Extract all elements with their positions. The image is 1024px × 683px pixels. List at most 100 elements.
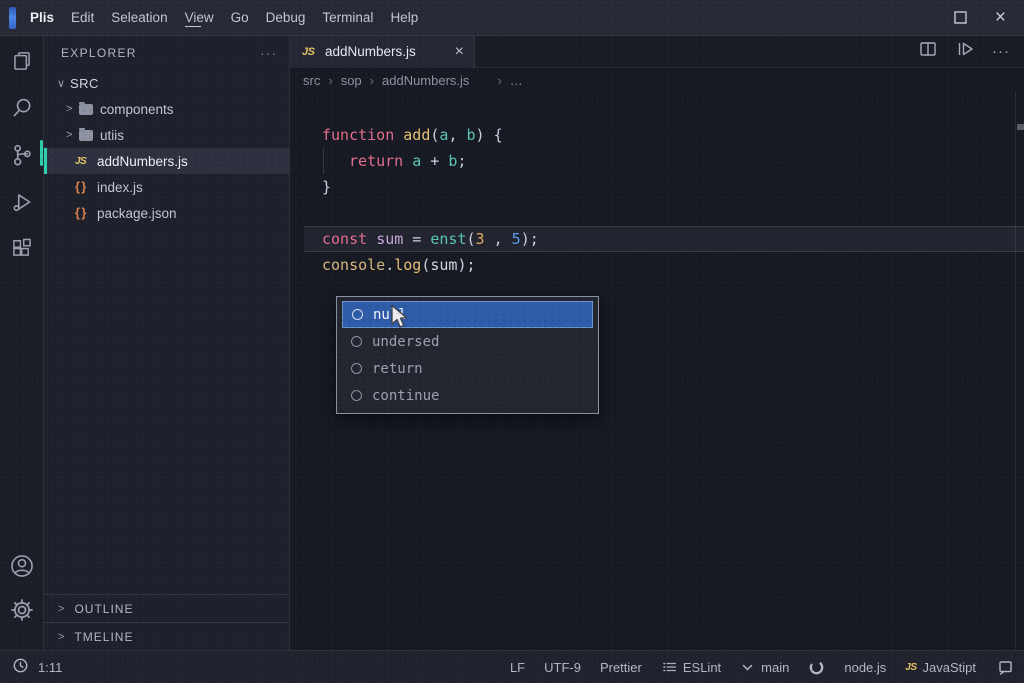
maximize-button[interactable] bbox=[954, 11, 967, 24]
maximize-icon bbox=[954, 11, 967, 24]
sidebar-explorer: EXPLORER ··· ∨ SRC > components > utiis … bbox=[44, 36, 290, 650]
editor-actions: ··· bbox=[918, 39, 1010, 64]
tab-close-icon[interactable]: × bbox=[455, 44, 464, 60]
file-item-utiis[interactable]: > utiis bbox=[44, 122, 289, 148]
file-label: index.js bbox=[97, 180, 143, 195]
editor-scrollbar[interactable] bbox=[1015, 92, 1024, 650]
formatter-indicator[interactable]: Prettier bbox=[600, 660, 642, 675]
code-lines: function add(a, b) {return a + b;}const … bbox=[290, 122, 1024, 278]
menu-item-terminal[interactable]: Terminal bbox=[321, 8, 374, 27]
tree-root-src[interactable]: ∨ SRC bbox=[44, 70, 289, 96]
chevron-down-icon: ∨ bbox=[57, 77, 70, 90]
javascript-file-icon: JS bbox=[75, 156, 90, 167]
file-item-index[interactable]: { } index.js bbox=[44, 174, 289, 200]
explorer-more-actions-icon[interactable]: ··· bbox=[260, 45, 277, 61]
menu-item-seleation[interactable]: Seleation bbox=[110, 8, 168, 27]
split-editor-icon[interactable] bbox=[918, 39, 938, 64]
branch-label: main bbox=[761, 660, 789, 675]
history-clock-icon[interactable] bbox=[12, 657, 29, 677]
tab-addnumbers[interactable]: JS addNumbers.js × bbox=[290, 36, 475, 68]
menu-item-go[interactable]: Go bbox=[230, 8, 250, 27]
code-view: function add(a, b) {return a + b;}const … bbox=[290, 92, 1024, 650]
suggest-item-null[interactable]: null bbox=[342, 301, 593, 328]
panel-outline[interactable]: > OUTLINE bbox=[44, 594, 289, 622]
run-file-icon[interactable] bbox=[955, 39, 975, 64]
linter-indicator[interactable]: ESLint bbox=[661, 659, 721, 675]
folder-icon bbox=[79, 104, 93, 115]
menu-item-view[interactable]: View bbox=[184, 8, 215, 27]
account-icon[interactable] bbox=[8, 552, 36, 580]
folder-icon bbox=[79, 130, 93, 141]
app-logo-icon bbox=[9, 7, 16, 29]
file-item-package[interactable]: { } package.json bbox=[44, 200, 289, 226]
titlebar: Plis Edit Seleation View Go Debug Termin… bbox=[0, 0, 1024, 36]
breadcrumb: src › sop › addNumbers.js › … bbox=[290, 68, 1024, 92]
window-controls: × bbox=[926, 8, 1006, 27]
source-control-icon[interactable] bbox=[9, 142, 35, 168]
keyword-circle-icon bbox=[351, 336, 362, 347]
breadcrumb-separator-icon: › bbox=[328, 73, 332, 88]
indent-guide bbox=[323, 148, 324, 174]
file-item-addnumbers[interactable]: JS addNumbers.js bbox=[44, 148, 289, 174]
panel-label: OUTLINE bbox=[74, 602, 133, 616]
file-label: utiis bbox=[100, 128, 124, 143]
files-icon[interactable] bbox=[9, 48, 35, 74]
runtime-indicator[interactable]: node.js bbox=[844, 660, 886, 675]
language-indicator[interactable]: JS JavaStipt bbox=[905, 660, 976, 675]
close-button[interactable]: × bbox=[995, 8, 1006, 27]
breadcrumb-more[interactable]: … bbox=[510, 73, 523, 88]
suggest-label: continue bbox=[372, 388, 439, 404]
tab-bar: JS addNumbers.js × ··· bbox=[290, 36, 1024, 68]
run-debug-icon[interactable] bbox=[9, 189, 35, 215]
javascript-file-icon: JS bbox=[302, 46, 317, 58]
settings-gear-icon[interactable] bbox=[8, 596, 36, 624]
status-bar: 1:11 LF UTF-9 Prettier ESLint main bbox=[0, 650, 1024, 683]
suggest-list: null undersed return continue bbox=[337, 301, 598, 409]
keyword-circle-icon bbox=[351, 363, 362, 374]
breadcrumb-item-sop[interactable]: sop bbox=[341, 73, 362, 88]
chevron-down-icon bbox=[740, 660, 755, 675]
branch-indicator[interactable]: main bbox=[740, 660, 789, 675]
breadcrumb-item-file[interactable]: addNumbers.js bbox=[382, 73, 469, 88]
chevron-right-icon: > bbox=[58, 631, 65, 643]
autocomplete-popup: null undersed return continue bbox=[336, 296, 599, 414]
active-view-indicator bbox=[40, 140, 43, 166]
sync-spinner-icon[interactable] bbox=[808, 659, 825, 676]
code-line bbox=[290, 200, 1024, 226]
activity-bar bbox=[0, 36, 44, 650]
breadcrumb-item-src[interactable]: src bbox=[303, 73, 320, 88]
extensions-icon[interactable] bbox=[9, 236, 35, 262]
suggest-item-return[interactable]: return bbox=[342, 355, 593, 382]
suggest-label: undersed bbox=[372, 334, 439, 350]
more-actions-icon[interactable]: ··· bbox=[992, 43, 1010, 60]
scrollbar-thumb[interactable] bbox=[1017, 124, 1024, 130]
panel-label: TMELINE bbox=[74, 630, 133, 644]
code-editor-window: Plis Edit Seleation View Go Debug Termin… bbox=[0, 0, 1024, 683]
file-label: components bbox=[100, 102, 174, 117]
menu-item-help[interactable]: Help bbox=[389, 8, 419, 27]
panel-tmeline[interactable]: > TMELINE bbox=[44, 622, 289, 650]
suggest-item-undersed[interactable]: undersed bbox=[342, 328, 593, 355]
suggest-label: return bbox=[372, 361, 423, 377]
code-line: const sum = enst(3 , 5); bbox=[304, 226, 1024, 252]
file-label: package.json bbox=[97, 206, 177, 221]
braces-file-icon: { } bbox=[75, 206, 90, 220]
eol-indicator[interactable]: LF bbox=[510, 660, 525, 675]
code-line: console.log(sum); bbox=[290, 252, 1024, 278]
chevron-right-icon: > bbox=[66, 129, 79, 141]
menu-item-plis[interactable]: Plis bbox=[29, 8, 55, 27]
chevron-right-icon: > bbox=[58, 603, 65, 615]
notifications-icon[interactable] bbox=[995, 658, 1014, 677]
list-icon bbox=[661, 659, 677, 675]
editor-area: JS addNumbers.js × ··· src bbox=[290, 36, 1024, 650]
language-label: JavaStipt bbox=[923, 660, 976, 675]
file-label: addNumbers.js bbox=[97, 154, 188, 169]
file-tree: ∨ SRC > components > utiis JS addNumbers… bbox=[44, 70, 289, 226]
encoding-indicator[interactable]: UTF-9 bbox=[544, 660, 581, 675]
cursor-position[interactable]: 1:11 bbox=[38, 660, 62, 675]
menu-item-edit[interactable]: Edit bbox=[70, 8, 95, 27]
menu-item-debug[interactable]: Debug bbox=[265, 8, 307, 27]
search-icon[interactable] bbox=[9, 95, 35, 121]
file-item-components[interactable]: > components bbox=[44, 96, 289, 122]
suggest-item-continue[interactable]: continue bbox=[342, 382, 593, 409]
